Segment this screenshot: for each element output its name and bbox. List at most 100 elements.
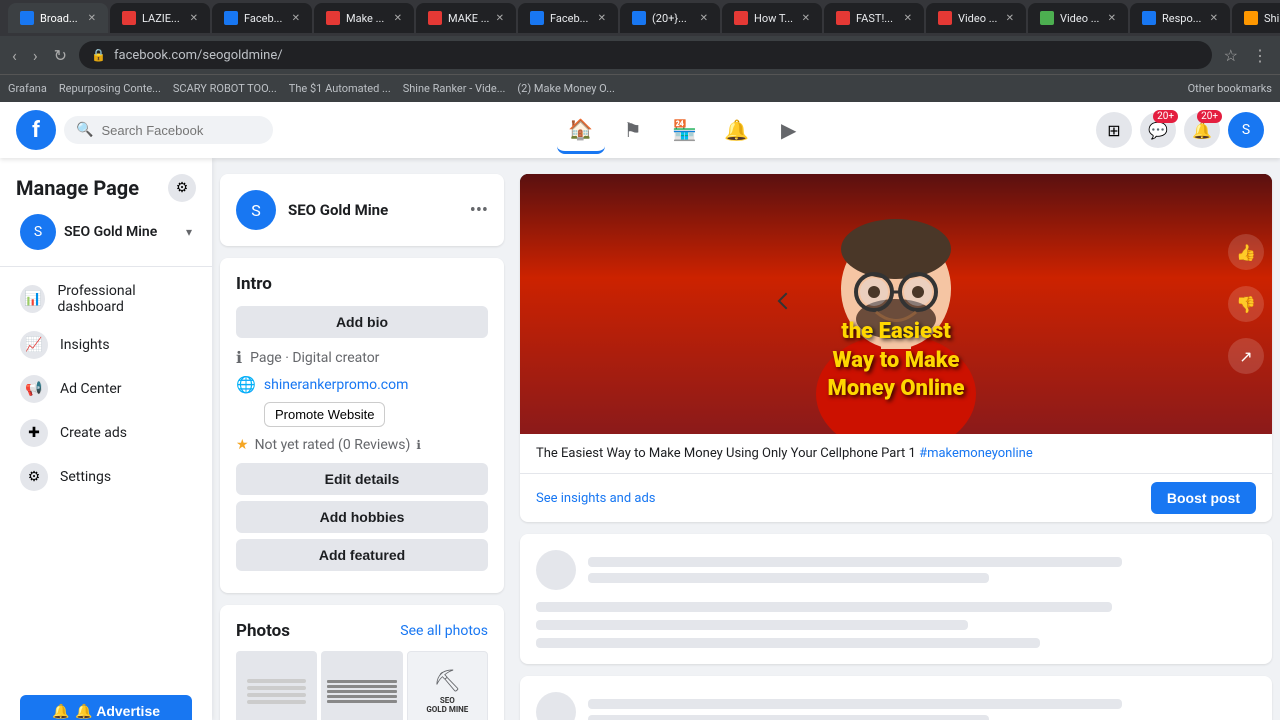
see-insights-and-ads-link[interactable]: See insights and ads (536, 491, 656, 506)
sidebar-item-ad-center[interactable]: 📢 Ad Center (4, 367, 208, 411)
photo-item[interactable] (321, 651, 402, 720)
seo-logo-image: ⛏ SEOGOLD MINE (426, 669, 468, 715)
sidebar-settings-button[interactable]: ⚙ (168, 174, 196, 202)
category-row: ℹ Page · Digital creator (236, 348, 488, 367)
fb-notifications-button[interactable]: 🔔 20+ (1184, 112, 1220, 148)
forward-button[interactable]: › (29, 42, 42, 69)
tab-close-icon[interactable]: ✕ (700, 13, 708, 24)
account-name: SEO Gold Mine (64, 224, 157, 240)
fb-messenger-button[interactable]: 💬 20+ (1140, 112, 1176, 148)
search-input[interactable] (101, 123, 261, 138)
browser-controls-right: ☆ ⋮ (1220, 42, 1272, 69)
post-caption: The Easiest Way to Make Money Using Only… (520, 434, 1272, 473)
fb-search-bar[interactable]: 🔍 (64, 116, 273, 144)
edit-details-button[interactable]: Edit details (236, 463, 488, 495)
tab-shine[interactable]: Shine... ✕ (1232, 3, 1280, 33)
tab-fast[interactable]: FAST!... ✕ (824, 3, 924, 33)
page-avatar: S (236, 190, 276, 230)
advertise-button[interactable]: 🔔 🔔 Advertise (20, 695, 192, 720)
hashtag-text[interactable]: #makemoneyonline (919, 446, 1033, 461)
add-hobbies-button[interactable]: Add hobbies (236, 501, 488, 533)
video-like-button[interactable]: 👍 (1228, 234, 1264, 270)
website-link[interactable]: shinerankerpromo.com (264, 377, 408, 393)
tab-video1[interactable]: Video ... ✕ (926, 3, 1026, 33)
sidebar-item-settings[interactable]: ⚙ Settings (4, 455, 208, 499)
app-container: f 🔍 🏠 ⚑ 🏪 🔔 ▶ ⊞ 💬 20+ 🔔 20+ S (0, 102, 1280, 720)
fb-logo: f (16, 110, 56, 150)
placeholder-avatar (536, 550, 576, 590)
see-all-photos-link[interactable]: See all photos (400, 623, 488, 639)
search-icon: 🔍 (76, 122, 93, 138)
sidebar-item-insights[interactable]: 📈 Insights (4, 323, 208, 367)
bookmark-automated[interactable]: The $1 Automated ... (289, 82, 391, 95)
bookmark-other[interactable]: Other bookmarks (1188, 82, 1272, 95)
video-container: the Easiest Way to Make Money Online 👍 👎… (520, 174, 1272, 434)
tab-close-icon[interactable]: ✕ (1006, 13, 1014, 24)
fb-flag-nav-icon[interactable]: ⚑ (609, 106, 657, 154)
tab-video2[interactable]: Video ... ✕ (1028, 3, 1128, 33)
sidebar-title: Manage Page (16, 176, 139, 200)
insights-icon: 📈 (20, 331, 48, 359)
address-bar[interactable]: 🔒 facebook.com/seogoldmine/ (79, 41, 1212, 69)
tab-close-icon[interactable]: ✕ (88, 13, 96, 24)
tab-close-icon[interactable]: ✕ (496, 13, 504, 24)
add-featured-button[interactable]: Add featured (236, 539, 488, 571)
tab-label: Broad... (40, 12, 78, 25)
tab-make2[interactable]: MAKE ... ✕ (416, 3, 516, 33)
tab-broadcast[interactable]: Broad... ✕ (8, 3, 108, 33)
fb-home-nav-icon[interactable]: 🏠 (557, 106, 605, 154)
photo-item[interactable] (236, 651, 317, 720)
bookmark-make-money[interactable]: (2) Make Money O... (517, 82, 615, 95)
tab-close-icon[interactable]: ✕ (394, 13, 402, 24)
tab-20plus[interactable]: (20+}... ✕ (620, 3, 720, 33)
tab-close-icon[interactable]: ✕ (904, 13, 912, 24)
fb-right-icons: ⊞ 💬 20+ 🔔 20+ S (1096, 112, 1264, 148)
tab-close-icon[interactable]: ✕ (292, 13, 300, 24)
bookmark-shine[interactable]: Shine Ranker - Vide... (403, 82, 506, 95)
refresh-button[interactable]: ↻ (50, 42, 71, 69)
back-button[interactable]: ‹ (8, 42, 21, 69)
fb-bell-nav-icon[interactable]: 🔔 (713, 106, 761, 154)
bookmark-repurposing[interactable]: Repurposing Conte... (59, 82, 161, 95)
photo-item[interactable]: ⛏ SEOGOLD MINE (407, 651, 488, 720)
tab-howto[interactable]: How T... ✕ (722, 3, 822, 33)
fb-play-nav-icon[interactable]: ▶ (765, 106, 813, 154)
fb-user-avatar[interactable]: S (1228, 112, 1264, 148)
page-options-button[interactable]: ••• (470, 200, 488, 221)
tab-facebook[interactable]: Faceb... ✕ (212, 3, 312, 33)
tab-favicon (1142, 11, 1156, 25)
video-text-overlay: the Easiest Way to Make Money Online (520, 318, 1272, 404)
tab-label: How T... (754, 12, 793, 25)
tab-make1[interactable]: Make ... ✕ (314, 3, 414, 33)
boost-post-button[interactable]: Boost post (1151, 482, 1256, 514)
video-share-button[interactable]: ↗ (1228, 338, 1264, 374)
sidebar-item-label: Create ads (60, 425, 127, 441)
photo-line (327, 695, 396, 698)
rating-text: Not yet rated (0 Reviews) (255, 437, 411, 453)
tab-respo[interactable]: Respo... ✕ (1130, 3, 1230, 33)
bookmark-robot[interactable]: SCARY ROBOT TOO... (173, 82, 277, 95)
tab-favicon (20, 11, 34, 25)
fb-store-nav-icon[interactable]: 🏪 (661, 106, 709, 154)
intro-section: Intro Add bio ℹ Page · Digital creator 🌐… (220, 258, 504, 593)
bookmark-grafana[interactable]: Grafana (8, 82, 47, 95)
placeholder-row (536, 550, 1256, 590)
sidebar-item-create-ads[interactable]: ✚ Create ads (4, 411, 208, 455)
browser-menu-icon[interactable]: ⋮ (1248, 42, 1272, 69)
tab-close-icon[interactable]: ✕ (1210, 13, 1218, 24)
tab-close-icon[interactable]: ✕ (190, 13, 198, 24)
tab-favicon (326, 11, 340, 25)
add-bio-button[interactable]: Add bio (236, 306, 488, 338)
fb-apps-button[interactable]: ⊞ (1096, 112, 1132, 148)
photo-line (327, 690, 396, 693)
sidebar-item-professional-dashboard[interactable]: 📊 Professional dashboard (4, 275, 208, 323)
tab-close-icon[interactable]: ✕ (598, 13, 606, 24)
tab-lazie[interactable]: LAZIE... ✕ (110, 3, 210, 33)
tab-close-icon[interactable]: ✕ (802, 13, 810, 24)
tab-close-icon[interactable]: ✕ (1108, 13, 1116, 24)
video-dislike-button[interactable]: 👎 (1228, 286, 1264, 322)
tab-fb2[interactable]: Faceb... ✕ (518, 3, 618, 33)
bookmark-star-icon[interactable]: ☆ (1220, 42, 1242, 69)
promote-website-button[interactable]: Promote Website (264, 402, 385, 427)
sidebar-account-item[interactable]: S SEO Gold Mine ▾ (4, 206, 208, 258)
